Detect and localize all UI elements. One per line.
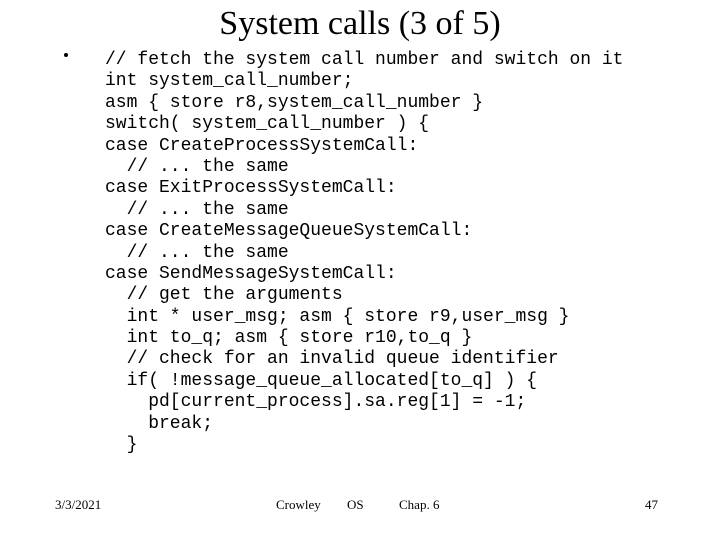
code-line: // ... the same (105, 156, 289, 177)
code-line: asm { store r8,system_call_number } (105, 92, 484, 113)
code-block: // fetch the system call number and swit… (105, 50, 710, 456)
code-line: break; (105, 413, 214, 434)
bullet-point-icon (64, 53, 68, 57)
code-line: // fetch the system call number and swit… (105, 50, 624, 70)
code-line: case CreateMessageQueueSystemCall: (105, 221, 473, 242)
footer-author: Crowley (276, 497, 321, 512)
code-line: // get the arguments (105, 285, 343, 306)
code-line: if( !message_queue_allocated[to_q] ) { (105, 370, 538, 391)
code-line: switch( system_call_number ) { (105, 114, 430, 135)
code-line: // ... the same (105, 242, 289, 263)
bullet-item: // fetch the system call number and swit… (60, 50, 710, 456)
code-line: int to_q; asm { store r10,to_q } (105, 328, 473, 349)
slide-canvas: System calls (3 of 5) // fetch the syste… (0, 0, 720, 540)
code-line: int system_call_number; (105, 71, 354, 92)
code-line: pd[current_process].sa.reg[1] = -1; (105, 392, 527, 413)
code-line: case ExitProcessSystemCall: (105, 178, 397, 199)
code-line: case SendMessageSystemCall: (105, 263, 397, 284)
footer-date: 3/3/2021 (55, 497, 102, 512)
code-line: // check for an invalid queue identifier (105, 349, 559, 370)
slide-footer: 3/3/2021 Crowley OS Chap. 6 47 (0, 496, 720, 516)
footer-chapter: Chap. 6 (399, 497, 440, 512)
slide-body: // fetch the system call number and swit… (60, 50, 710, 456)
page-title: System calls (3 of 5) (219, 5, 501, 42)
footer-page-number: 47 (645, 497, 658, 512)
code-line: // ... the same (105, 199, 289, 220)
footer-course: OS (347, 497, 364, 512)
code-line: case CreateProcessSystemCall: (105, 135, 419, 156)
code-line: int * user_msg; asm { store r9,user_msg … (105, 306, 570, 327)
code-line: } (105, 435, 138, 456)
